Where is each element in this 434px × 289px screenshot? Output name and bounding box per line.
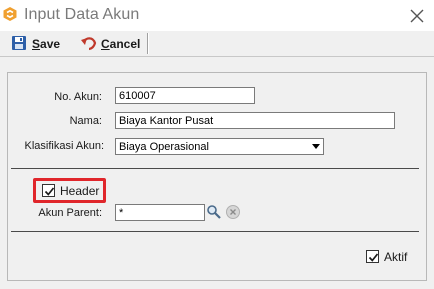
- cancel-button[interactable]: Cancel: [81, 34, 141, 54]
- toolbar-separator: [147, 33, 149, 54]
- chevron-down-icon: [312, 144, 320, 149]
- clear-icon[interactable]: [225, 204, 241, 220]
- nama-label: Nama:: [69, 115, 102, 127]
- aktif-checkbox[interactable]: [366, 250, 379, 263]
- checkmark-icon: [368, 253, 379, 262]
- app-logo-icon: [3, 7, 17, 21]
- akun-parent-field[interactable]: *: [115, 204, 205, 221]
- aktif-label: Aktif: [384, 250, 408, 264]
- window-title: Input Data Akun: [24, 6, 140, 23]
- klasifikasi-label: Klasifikasi Akun:: [24, 140, 104, 152]
- nama-field[interactable]: Biaya Kantor Pusat: [115, 112, 395, 129]
- divider-top: [11, 168, 419, 169]
- save-label: Save: [32, 37, 61, 51]
- divider-bottom: [11, 231, 419, 232]
- akun-parent-label: Akun Parent:: [38, 207, 102, 219]
- klasifikasi-value: Biaya Operasional: [119, 141, 209, 153]
- klasifikasi-select[interactable]: Biaya Operasional: [115, 138, 324, 155]
- cancel-label: Cancel: [101, 37, 141, 51]
- header-label: Header: [60, 184, 100, 198]
- checkmark-icon: [44, 187, 55, 196]
- save-button[interactable]: Save: [11, 34, 61, 54]
- search-icon[interactable]: [206, 204, 222, 220]
- save-icon: [12, 36, 26, 50]
- toolbar: Save Cancel: [0, 31, 434, 57]
- title-bar: Input Data Akun: [0, 0, 434, 31]
- no-akun-field[interactable]: 610007: [115, 87, 255, 104]
- undo-icon: [81, 37, 97, 51]
- no-akun-label: No. Akun:: [54, 91, 102, 103]
- close-icon[interactable]: [406, 5, 428, 27]
- header-checkbox[interactable]: [42, 184, 55, 197]
